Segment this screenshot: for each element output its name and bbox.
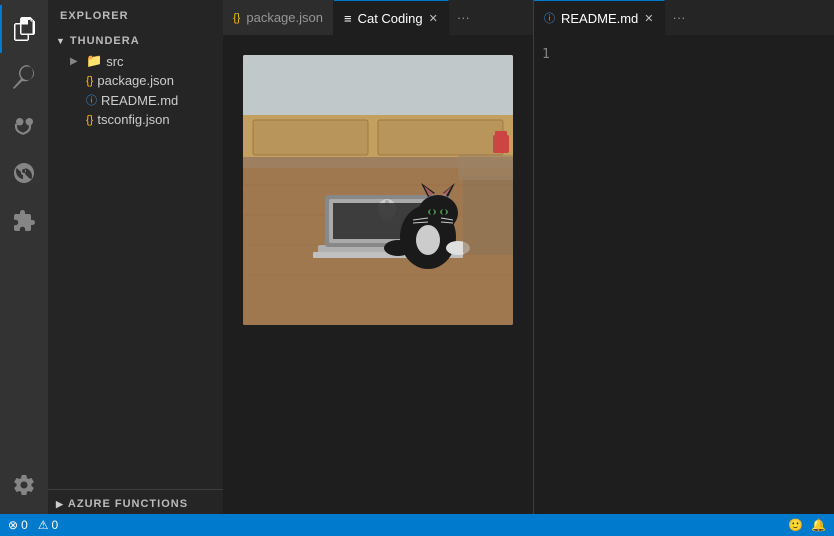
error-number: 0 xyxy=(21,518,28,532)
close-icon[interactable]: ✕ xyxy=(644,12,653,25)
readme-md-file[interactable]: ▶ ⓘ README.md xyxy=(48,90,223,110)
project-tree: ▼ THUNDERA ▶ 📁 src ▶ {} package.json ▶ ⓘ… xyxy=(48,27,223,129)
tab-cat-coding[interactable]: ≡ Cat Coding ✕ xyxy=(334,0,449,35)
status-left: ⊗ 0 ⚠ 0 xyxy=(8,518,58,532)
smiley-icon[interactable]: 🙂 xyxy=(788,518,803,532)
activity-bar-bottom xyxy=(0,461,48,514)
project-root[interactable]: ▼ THUNDERA xyxy=(48,27,223,51)
editor-area: {} package.json ≡ Cat Coding ✕ ··· xyxy=(223,0,834,514)
error-count[interactable]: ⊗ 0 xyxy=(8,518,28,532)
more-icon: ··· xyxy=(457,10,470,25)
json-icon: {} xyxy=(86,114,93,126)
expand-arrow: ▼ xyxy=(56,36,66,46)
activity-bar xyxy=(0,0,48,514)
tab-label: package.json xyxy=(246,10,323,25)
tabs-more-left[interactable]: ··· xyxy=(449,0,478,35)
more-icon: ··· xyxy=(673,10,686,25)
source-control-icon[interactable] xyxy=(0,101,48,149)
expand-arrow: ▶ xyxy=(70,56,82,67)
project-name: THUNDERA xyxy=(70,35,140,47)
tab-readme-md[interactable]: ⓘ README.md ✕ xyxy=(534,0,665,35)
tsconfig-json-file[interactable]: ▶ {} tsconfig.json xyxy=(48,110,223,129)
warning-icon: ⚠ xyxy=(38,518,49,532)
expand-arrow: ▶ xyxy=(56,499,64,510)
close-icon[interactable]: ✕ xyxy=(429,12,438,25)
left-editor-content xyxy=(223,35,533,514)
json-icon: {} xyxy=(86,75,93,87)
folder-label: src xyxy=(106,54,123,69)
right-editor-content: 1 xyxy=(534,35,834,514)
status-right: 🙂 🔔 xyxy=(788,518,826,532)
files-icon[interactable] xyxy=(0,5,48,53)
right-tabs: ⓘ README.md ✕ ··· xyxy=(534,0,834,35)
debug-icon[interactable] xyxy=(0,149,48,197)
status-bar: ⊗ 0 ⚠ 0 🙂 🔔 xyxy=(0,514,834,536)
tab-icon: {} xyxy=(233,12,240,24)
extensions-icon[interactable] xyxy=(0,197,48,245)
editor-pane: {} package.json ≡ Cat Coding ✕ ··· xyxy=(223,0,834,514)
line-numbers: 1 xyxy=(534,35,558,514)
tab-icon: ⓘ xyxy=(544,10,555,26)
warning-number: 0 xyxy=(52,518,59,532)
cat-image-container xyxy=(243,55,513,325)
src-folder[interactable]: ▶ 📁 src xyxy=(48,51,223,71)
main-area: Explorer ▼ THUNDERA ▶ 📁 src ▶ {} package… xyxy=(0,0,834,514)
file-label: README.md xyxy=(101,93,178,108)
app-container: Explorer ▼ THUNDERA ▶ 📁 src ▶ {} package… xyxy=(0,0,834,536)
md-icon: ⓘ xyxy=(86,92,97,108)
search-icon[interactable] xyxy=(0,53,48,101)
warning-count[interactable]: ⚠ 0 xyxy=(38,518,58,532)
tab-label: Cat Coding xyxy=(358,11,423,26)
folder-icon: 📁 xyxy=(86,53,102,69)
azure-functions-section[interactable]: ▶ AZURE FUNCTIONS xyxy=(48,489,223,514)
package-json-file[interactable]: ▶ {} package.json xyxy=(48,71,223,90)
sidebar-header: Explorer xyxy=(48,0,223,27)
left-tabs: {} package.json ≡ Cat Coding ✕ ··· xyxy=(223,0,533,35)
line-number: 1 xyxy=(542,45,550,65)
left-editor: {} package.json ≡ Cat Coding ✕ ··· xyxy=(223,0,533,514)
sidebar: Explorer ▼ THUNDERA ▶ 📁 src ▶ {} package… xyxy=(48,0,223,514)
azure-label: AZURE FUNCTIONS xyxy=(68,498,188,510)
settings-icon[interactable] xyxy=(0,461,48,509)
tab-icon: ≡ xyxy=(344,11,352,26)
file-label: package.json xyxy=(97,73,174,88)
tabs-more-right[interactable]: ··· xyxy=(665,0,694,35)
cat-coding-image xyxy=(243,55,513,325)
bell-icon[interactable]: 🔔 xyxy=(811,518,826,532)
file-label: tsconfig.json xyxy=(97,112,169,127)
tab-package-json[interactable]: {} package.json xyxy=(223,0,334,35)
error-icon: ⊗ xyxy=(8,518,18,532)
right-editor: ⓘ README.md ✕ ··· 1 xyxy=(534,0,834,514)
tab-label: README.md xyxy=(561,11,638,26)
